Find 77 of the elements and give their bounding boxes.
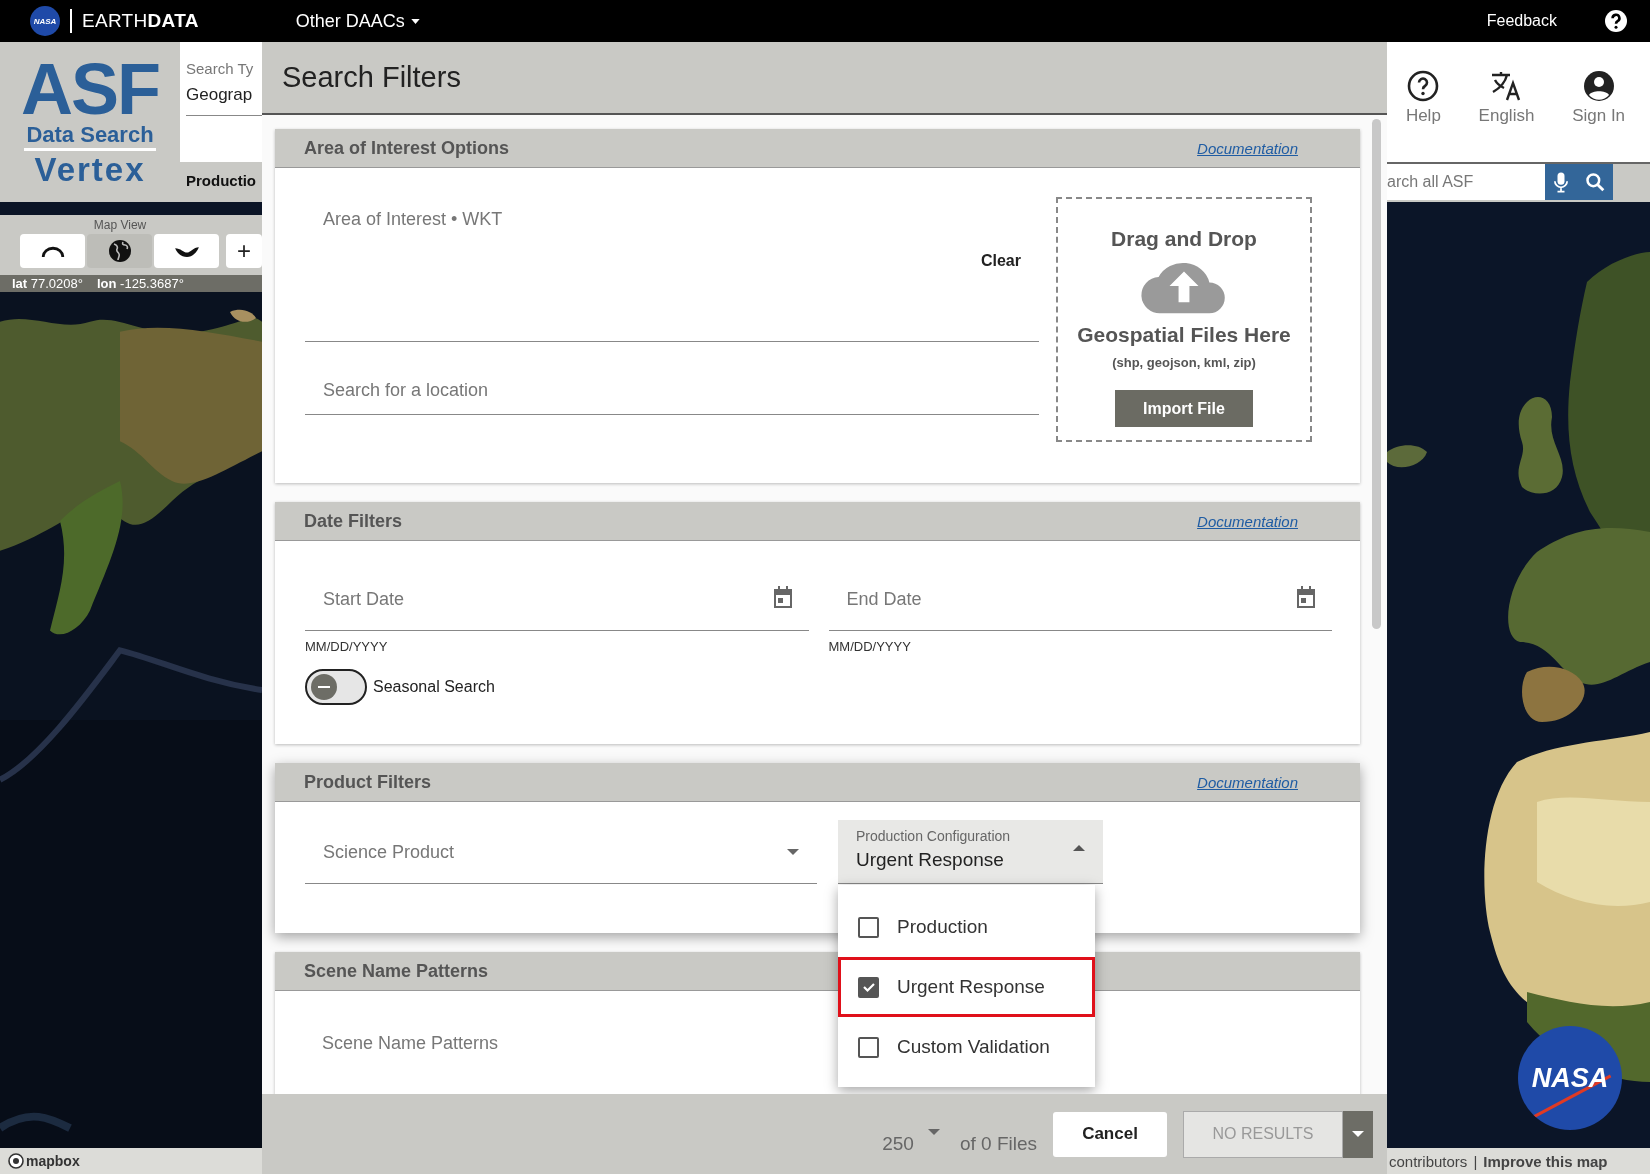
drop-heading: Drag and Drop [1111,227,1257,251]
help-button[interactable]: Help [1405,70,1441,126]
file-formats: (shp, geojson, kml, zip) [1112,355,1256,370]
account-button[interactable]: Sign In [1572,70,1626,126]
date-format-hint: MM/DD/YYYY [305,639,389,654]
location-search-field[interactable]: Search for a location [305,368,1039,415]
section-title: Productio [186,172,257,189]
site-search-field[interactable]: arch all ASF [1387,164,1545,200]
clear-button[interactable]: Clear [980,252,1021,270]
caret-icon [1352,1131,1364,1137]
help-icon [1407,70,1440,102]
search-options-button[interactable] [1343,1110,1373,1158]
logo-title: Vertex [34,151,146,189]
section-title: Area of Interest Options [304,137,510,159]
mapbox-logo[interactable]: mapbox [8,1153,80,1169]
file-count: of 0 Files [959,1133,1037,1155]
arc-icon [39,244,66,258]
zoom-in-button[interactable]: + [226,234,262,268]
caret-icon [927,1129,940,1135]
checkbox[interactable] [858,976,879,998]
leaf-icon [173,244,200,258]
map-view-label: Map View [92,218,148,232]
section-title: Scene Name Patterns [304,960,489,982]
date-field[interactable]: Start Date [305,541,809,631]
documentation-link[interactable]: Documentation [1197,773,1298,791]
page-size-select[interactable]: 250 [882,1133,940,1155]
earthdata-logo[interactable]: EARTHDATA [82,10,199,32]
arctic-view-button[interactable] [20,234,85,268]
search-icon[interactable] [1584,172,1605,192]
coordinate-readout: lon -125.3687° [97,276,184,291]
logo-subtitle: Data Search [24,122,156,151]
section-title: Product Filters [304,771,432,793]
wkt-field[interactable]: Area of Interest • WKT Clear [305,168,1039,342]
antarctic-view-button[interactable] [154,234,219,268]
nasa-logo[interactable]: NASA [30,6,60,36]
other-daacs-menu[interactable]: Other DAACs [295,10,420,32]
improve-map-link[interactable]: Improve this map [1483,1152,1608,1170]
file-drop-zone[interactable]: Drag and Drop Geospatial Files Here (shp, geojson, kml, zip) Import File [1056,197,1312,442]
documentation-link[interactable]: Documentation [1197,512,1298,530]
scene-name-field[interactable]: Scene Name Patterns [322,1033,499,1054]
import-file-button[interactable]: Import File [1115,390,1253,427]
help-icon[interactable] [1604,9,1628,33]
date-field[interactable]: End Date [828,541,1332,631]
section-title: Date Filters [304,510,403,532]
language-button[interactable]: English [1478,70,1535,126]
map-credits: contributors [1389,1152,1468,1170]
coordinate-readout: lat 77.0208° [12,276,83,291]
translate-icon [1490,70,1523,102]
calendar-icon[interactable] [772,586,793,608]
calendar-icon[interactable] [1296,586,1316,608]
seasonal-search-label: Seasonal Search [373,678,495,696]
separator: | [1473,1152,1478,1170]
caret-icon [1073,845,1085,851]
cancel-button[interactable]: Cancel [1053,1111,1167,1157]
caret-icon [787,849,799,855]
date-format-hint: MM/DD/YYYY [828,639,912,654]
production-configuration-select[interactable]: Production Configuration Urgent Response [838,820,1103,884]
equatorial-view-button[interactable] [87,234,152,268]
search-type-select[interactable]: Search Ty Geograp [180,42,262,162]
documentation-link[interactable]: Documentation [1197,139,1298,157]
microphone-icon[interactable] [1553,171,1568,193]
dialog-title: Search Filters [282,61,461,94]
checkbox[interactable] [858,916,879,938]
caret-icon [410,18,420,24]
asf-logo[interactable]: ASF [21,56,159,122]
dropdown-option[interactable]: Urgent Response [838,957,1095,1017]
feedback-link[interactable]: Feedback [1486,12,1557,30]
drop-heading: Geospatial Files Here [1077,323,1291,347]
globe-icon [107,239,132,263]
toggle-knob-icon [310,673,338,701]
science-product-select[interactable]: Science Product [305,802,817,884]
dropdown-option[interactable]: Custom Validation [838,1017,1095,1077]
dropdown-option[interactable]: Production [838,897,1095,957]
seasonal-search-toggle[interactable] [305,669,367,705]
account-icon [1582,70,1615,102]
scrollbar[interactable] [1372,119,1381,629]
checkbox[interactable] [858,1036,879,1058]
